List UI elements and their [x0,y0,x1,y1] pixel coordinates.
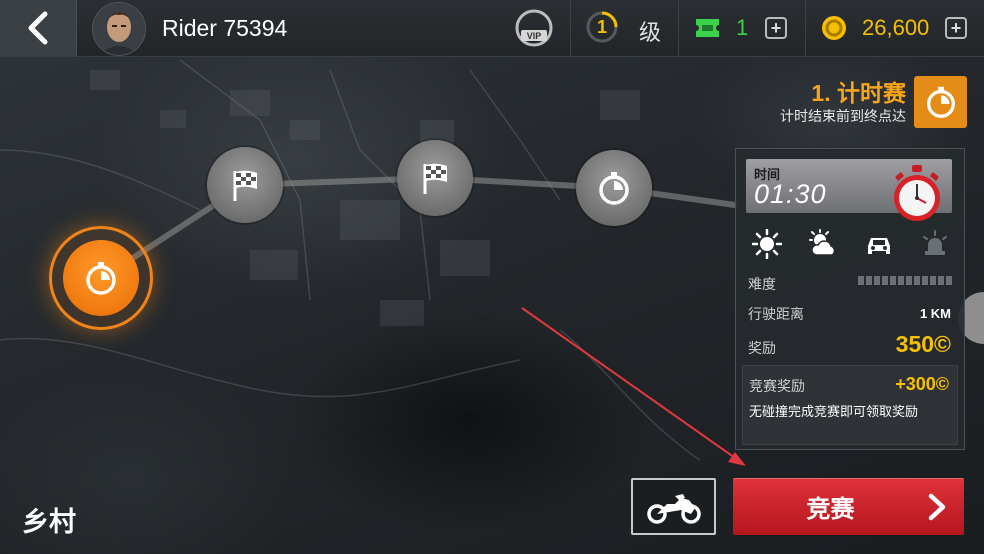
motorcycle-icon [646,493,701,524]
difficulty-segment [938,276,944,285]
back-button[interactable] [0,0,77,56]
checkered-flag-icon [423,163,447,194]
race-button[interactable]: 竞赛 [733,478,964,535]
bonus-description: 无碰撞完成竞赛即可领取奖励 [749,404,919,419]
time-value: 01:30 [754,179,827,209]
race-button-label: 竞赛 [806,496,855,523]
coin-icon [822,16,846,40]
difficulty-segment [874,276,880,285]
region-name: 乡村 [22,507,76,537]
divider [678,0,679,56]
vip-badge-icon[interactable]: VIP [514,8,554,48]
chevron-right-icon [928,493,946,521]
difficulty-label: 难度 [748,276,776,292]
checkered-flag-node[interactable] [207,147,283,223]
divider [805,0,806,56]
red-stopwatch-icon [894,165,940,221]
avatar-portrait-icon [93,3,145,55]
checkered-flag-node[interactable] [397,140,473,216]
player-level: 1 [596,16,607,37]
top-bar: Rider 75394 VIP 1 级 1 + 26,600 + [0,0,984,57]
difficulty-segment [946,276,952,285]
stopwatch-node[interactable] [576,150,652,226]
event-type-badge [914,76,967,128]
level-label: 级 [639,20,662,45]
divider [570,0,571,56]
checkered-flag-icon [233,170,257,201]
difficulty-segment [898,276,904,285]
difficulty-segment [914,276,920,285]
bonus-label: 竞赛奖励 [749,378,805,394]
difficulty-segment [922,276,928,285]
distance-value: 1 KM [919,306,951,321]
stopwatch-icon [926,86,955,118]
garage-bike-button[interactable] [631,478,716,535]
distance-label: 行驶距离 [748,306,804,322]
reward-value: 350© [895,331,951,357]
coin-count: 26,600 [862,15,930,40]
police-siren-icon [923,230,947,255]
difficulty-segment [930,276,936,285]
event-title: 1. 计时赛 [811,80,906,106]
partly-cloudy-icon [809,229,836,256]
event-info-panel: 时间 01:30 难度 行驶距离 1 KM 奖励 350© 竞赛奖励 +300©… [735,148,965,450]
bonus-value: +300© [895,374,949,394]
difficulty-segment [906,276,912,285]
add-tickets-button[interactable]: + [765,17,787,39]
car-icon [868,238,890,254]
stopwatch-icon [599,172,629,205]
difficulty-segment [890,276,896,285]
stopwatch-icon [86,262,116,295]
difficulty-meter [858,276,952,285]
ticket-icon [696,19,719,37]
bonus-reward-box: 竞赛奖励 +300© 无碰撞完成竞赛即可领取奖励 [742,365,958,445]
time-limit-box: 时间 01:30 [746,159,952,221]
stopwatch-node-active[interactable] [63,240,139,316]
chevron-left-icon [28,11,48,45]
sunny-icon [752,229,782,259]
vip-label: VIP [527,31,542,41]
add-coins-button[interactable]: + [945,17,967,39]
difficulty-segment [858,276,864,285]
reward-label: 奖励 [748,340,776,356]
player-name: Rider 75394 [162,15,288,41]
avatar[interactable] [92,2,146,56]
event-subtitle: 计时结束前到终点达 [780,108,906,124]
difficulty-segment [882,276,888,285]
ticket-count: 1 [736,15,749,40]
difficulty-segment [866,276,872,285]
